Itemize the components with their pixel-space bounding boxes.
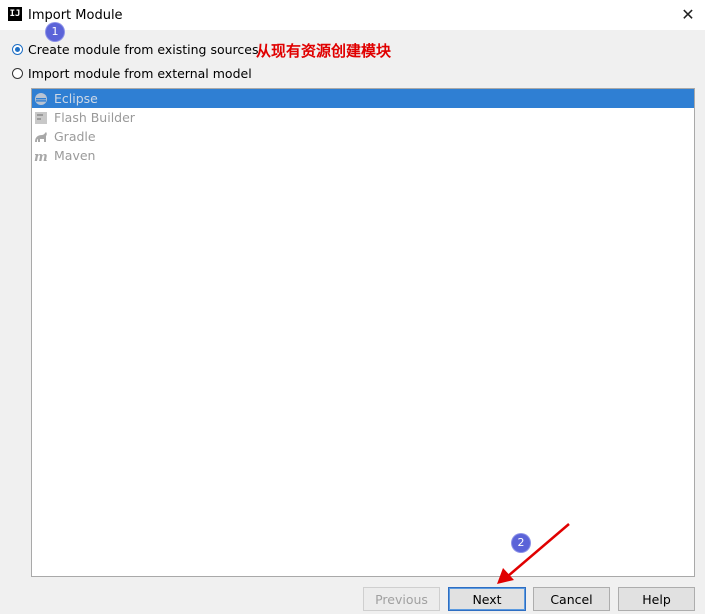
close-icon[interactable]: ✕ [677,4,699,26]
help-button[interactable]: Help [618,587,695,611]
next-button[interactable]: Next [448,587,526,611]
cancel-button[interactable]: Cancel [533,587,610,611]
option-import-external-model[interactable]: Import module from external model [12,64,252,82]
list-item-label: Gradle [54,129,96,144]
previous-button[interactable]: Previous [363,587,440,611]
list-item-label: Maven [54,148,96,163]
annotation-text: 从现有资源创建模块 [256,42,392,60]
radio-create-from-sources[interactable] [12,43,23,55]
flash-builder-icon [34,111,48,125]
title-bar: IJ Import Module ✕ [0,0,705,30]
list-item-label: Eclipse [54,91,98,106]
option-create-from-sources[interactable]: Create module from existing sources [12,40,258,58]
list-item-eclipse[interactable]: Eclipse [32,89,694,108]
maven-icon: m [34,149,48,163]
intellij-icon: IJ [8,7,22,21]
step-badge-1: 1 [46,23,64,41]
gradle-icon [34,130,48,144]
svg-text:m: m [34,150,48,163]
list-item-flash-builder[interactable]: Flash Builder [32,108,694,127]
list-item-maven[interactable]: m Maven [32,146,694,165]
external-model-list[interactable]: Eclipse Flash Builder Gradle m Maven [31,88,695,577]
window-title: Import Module [28,8,123,23]
list-item-gradle[interactable]: Gradle [32,127,694,146]
eclipse-icon [34,92,48,106]
option-label: Create module from existing sources [28,41,259,57]
radio-import-external-model[interactable] [12,67,23,79]
option-label: Import module from external model [28,65,252,81]
step-badge-2: 2 [512,534,530,552]
list-item-label: Flash Builder [54,110,135,125]
